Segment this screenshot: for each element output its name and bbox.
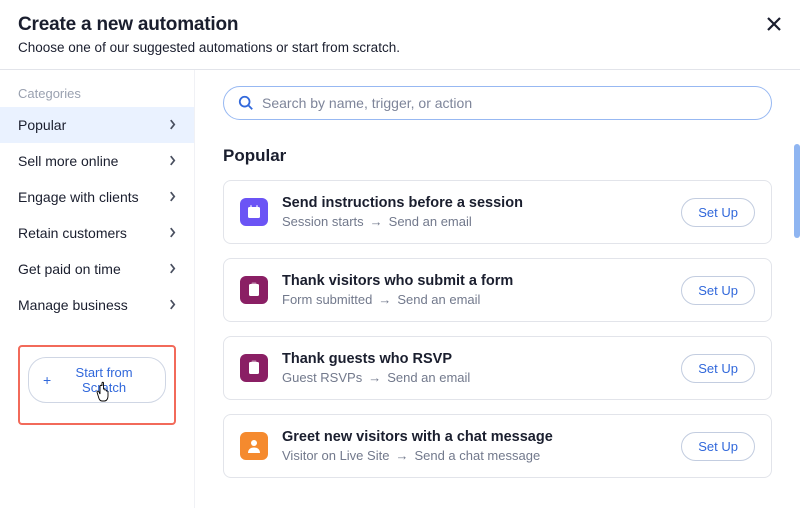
sidebar-item-label: Engage with clients xyxy=(18,189,139,205)
modal-header: Create a new automation Choose one of ou… xyxy=(0,0,800,69)
sidebar: Categories Popular Sell more online Engage… xyxy=(0,70,195,508)
chevron-right-icon xyxy=(169,189,176,205)
arrow-right-icon: → xyxy=(378,292,391,307)
arrow-right-icon: → xyxy=(395,448,408,463)
sidebar-item-retain-customers[interactable]: Retain customers xyxy=(0,215,194,251)
scrollbar-thumb[interactable] xyxy=(794,144,800,238)
card-trigger: Session starts xyxy=(282,214,364,229)
card-action: Send a chat message xyxy=(414,448,540,463)
chevron-right-icon xyxy=(169,117,176,133)
sidebar-item-label: Retain customers xyxy=(18,225,127,241)
setup-button[interactable]: Set Up xyxy=(681,276,755,305)
card-trigger: Visitor on Live Site xyxy=(282,448,389,463)
sidebar-item-engage-with-clients[interactable]: Engage with clients xyxy=(0,179,194,215)
start-from-scratch-highlight: + Start from Scratch xyxy=(18,345,176,425)
card-body: Thank guests who RSVP Guest RSVPs → Send an… xyxy=(282,351,667,385)
sidebar-item-label: Popular xyxy=(18,117,66,133)
card-subtitle: Session starts → Send an email xyxy=(282,214,667,229)
plus-icon: + xyxy=(43,373,51,387)
search-field[interactable] xyxy=(223,86,772,120)
sidebar-item-sell-more-online[interactable]: Sell more online xyxy=(0,143,194,179)
card-subtitle: Form submitted → Send an email xyxy=(282,292,667,307)
automation-card[interactable]: Thank visitors who submit a form Form sub… xyxy=(223,258,772,322)
sidebar-item-label: Manage business xyxy=(18,297,128,313)
card-body: Greet new visitors with a chat message Vi… xyxy=(282,429,667,463)
card-subtitle: Visitor on Live Site → Send a chat message xyxy=(282,448,667,463)
card-body: Thank visitors who submit a form Form sub… xyxy=(282,273,667,307)
calendar-icon xyxy=(240,198,268,226)
card-action: Send an email xyxy=(397,292,480,307)
chevron-right-icon xyxy=(169,261,176,277)
clipboard-icon xyxy=(240,354,268,382)
sidebar-item-label: Sell more online xyxy=(18,153,118,169)
setup-button[interactable]: Set Up xyxy=(681,198,755,227)
setup-button[interactable]: Set Up xyxy=(681,432,755,461)
close-icon xyxy=(767,17,781,31)
automation-card[interactable]: Thank guests who RSVP Guest RSVPs → Send an… xyxy=(223,336,772,400)
chevron-right-icon xyxy=(169,225,176,241)
chevron-right-icon xyxy=(169,297,176,313)
card-action: Send an email xyxy=(387,370,470,385)
page-subtitle: Choose one of our suggested automations … xyxy=(18,40,780,55)
section-title: Popular xyxy=(223,146,772,166)
search-icon xyxy=(238,95,254,111)
card-title: Thank visitors who submit a form xyxy=(282,273,667,289)
sidebar-item-popular[interactable]: Popular xyxy=(0,107,194,143)
chevron-right-icon xyxy=(169,153,176,169)
card-trigger: Guest RSVPs xyxy=(282,370,362,385)
card-trigger: Form submitted xyxy=(282,292,372,307)
sidebar-item-get-paid-on-time[interactable]: Get paid on time xyxy=(0,251,194,287)
card-body: Send instructions before a session Sessio… xyxy=(282,195,667,229)
arrow-right-icon: → xyxy=(370,214,383,229)
automation-card[interactable]: Greet new visitors with a chat message Vi… xyxy=(223,414,772,478)
automation-card[interactable]: Send instructions before a session Sessio… xyxy=(223,180,772,244)
categories-header: Categories xyxy=(0,78,194,107)
card-subtitle: Guest RSVPs → Send an email xyxy=(282,370,667,385)
person-icon xyxy=(240,432,268,460)
clipboard-icon xyxy=(240,276,268,304)
main-panel: Popular Send instructions before a sessi… xyxy=(195,70,800,508)
close-button[interactable] xyxy=(762,12,786,36)
sidebar-item-label: Get paid on time xyxy=(18,261,121,277)
arrow-right-icon: → xyxy=(368,370,381,385)
cursor-pointer-icon xyxy=(96,381,116,403)
sidebar-item-manage-business[interactable]: Manage business xyxy=(0,287,194,323)
setup-button[interactable]: Set Up xyxy=(681,354,755,383)
page-title: Create a new automation xyxy=(18,14,780,36)
card-title: Greet new visitors with a chat message xyxy=(282,429,667,445)
search-input[interactable] xyxy=(262,95,757,111)
card-title: Send instructions before a session xyxy=(282,195,667,211)
card-action: Send an email xyxy=(389,214,472,229)
card-title: Thank guests who RSVP xyxy=(282,351,667,367)
